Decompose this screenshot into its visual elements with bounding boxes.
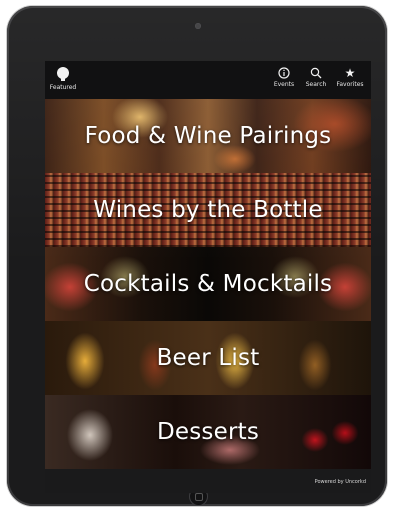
- featured-label: Featured: [49, 84, 77, 91]
- menu-item-label: Wines by the Bottle: [93, 197, 323, 223]
- featured-button[interactable]: Featured: [48, 67, 78, 91]
- menu-item-label: Desserts: [156, 419, 260, 445]
- menu-item-wines-by-bottle[interactable]: Wines by the Bottle: [45, 173, 371, 247]
- tablet-device: Featured Events Search ★ Favorites Food …: [7, 6, 387, 506]
- menu-item-label: Cocktails & Mocktails: [83, 271, 333, 297]
- front-camera: [195, 23, 201, 29]
- menu-item-food-wine-pairings[interactable]: Food & Wine Pairings: [45, 99, 371, 173]
- top-nav-bar: Featured Events Search ★ Favorites: [45, 61, 371, 99]
- menu-item-desserts[interactable]: Desserts: [45, 395, 371, 469]
- menu-item-label: Beer List: [156, 345, 260, 371]
- menu-list: Food & Wine Pairings Wines by the Bottle…: [45, 99, 371, 469]
- menu-item-beer-list[interactable]: Beer List: [45, 321, 371, 395]
- info-icon: [278, 67, 290, 79]
- favorites-label: Favorites: [336, 81, 364, 88]
- footer-bar: Powered by Uncorkd: [45, 469, 371, 493]
- events-label: Events: [273, 81, 295, 88]
- featured-logo-icon: [57, 67, 69, 81]
- favorites-button[interactable]: ★ Favorites: [335, 67, 365, 88]
- powered-by-text: Powered by Uncorkd: [314, 479, 366, 485]
- search-button[interactable]: Search: [301, 67, 331, 88]
- menu-item-cocktails-mocktails[interactable]: Cocktails & Mocktails: [45, 247, 371, 321]
- menu-item-label: Food & Wine Pairings: [84, 123, 332, 149]
- search-icon: [310, 67, 322, 79]
- events-button[interactable]: Events: [269, 67, 299, 88]
- star-icon: ★: [344, 66, 356, 80]
- app-screen: Featured Events Search ★ Favorites Food …: [45, 61, 371, 493]
- search-label: Search: [305, 81, 327, 88]
